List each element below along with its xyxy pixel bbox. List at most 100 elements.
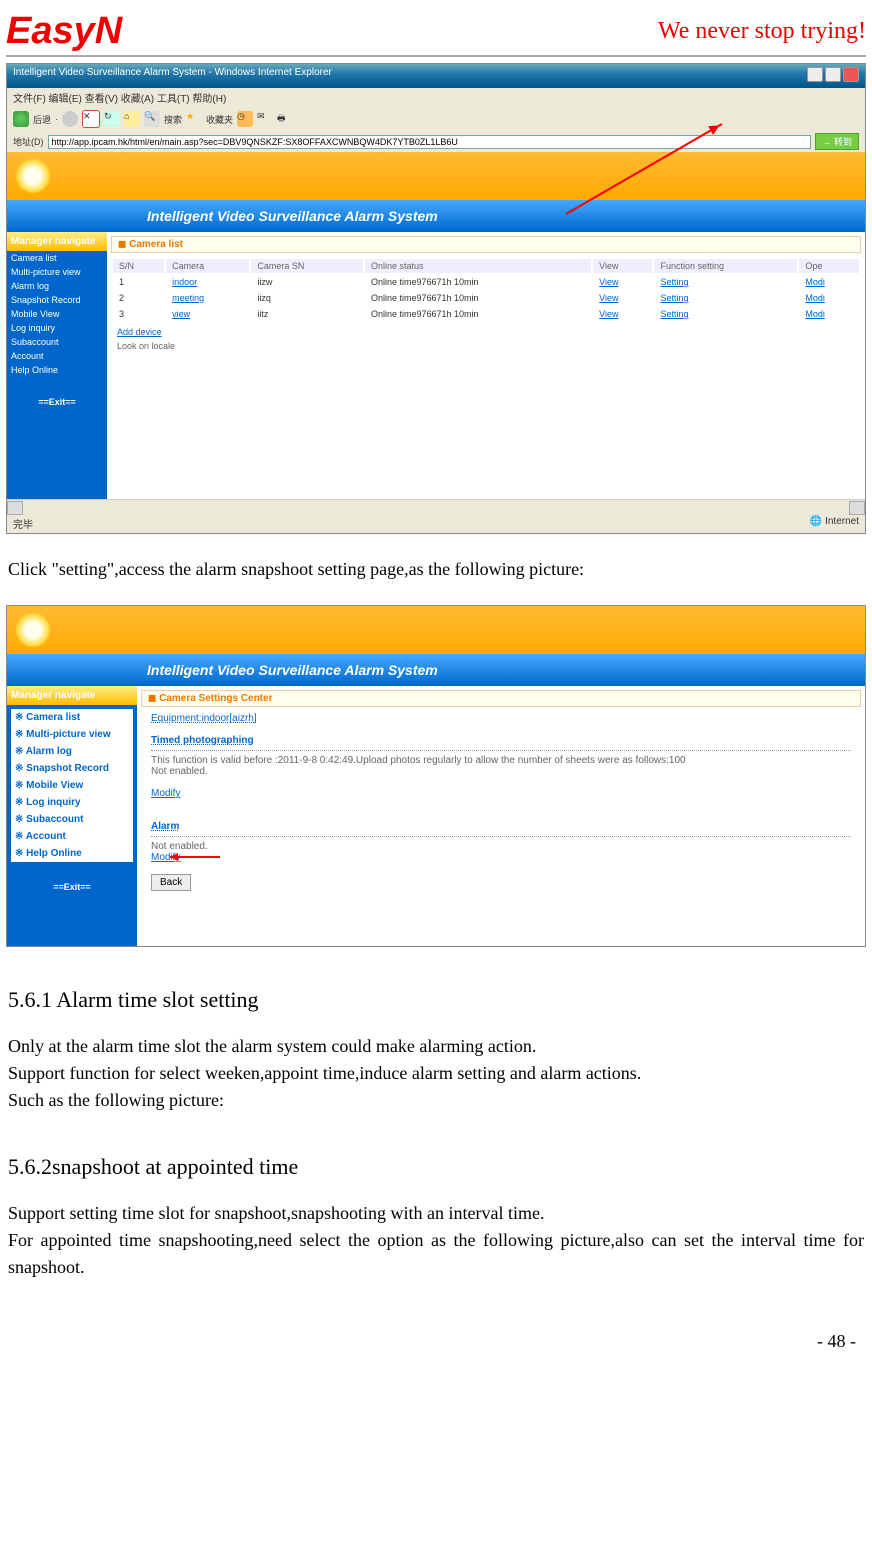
look-locale: Look on locale: [117, 341, 855, 351]
paragraph: Support setting time slot for snapshoot,…: [8, 1200, 864, 1281]
window-titlebar: Intelligent Video Surveillance Alarm Sys…: [7, 64, 865, 88]
back-button[interactable]: Back: [151, 874, 191, 891]
timed-photo-heading[interactable]: Timed photographing: [151, 735, 851, 746]
back-icon[interactable]: [13, 111, 29, 127]
sun-icon: [15, 158, 51, 194]
setting-link[interactable]: Setting: [654, 291, 797, 305]
nav-title: Manager navigate: [7, 232, 107, 251]
history-icon[interactable]: ◷: [237, 111, 253, 127]
equipment-link[interactable]: Equipment:indoor[aizrh]: [151, 713, 851, 724]
col-camera-sn: Camera SN: [251, 259, 363, 273]
setting-link[interactable]: Setting: [654, 275, 797, 289]
screenshot-1: Intelligent Video Surveillance Alarm Sys…: [6, 63, 866, 534]
address-label: 地址(D): [13, 135, 44, 148]
print-icon[interactable]: 🖶: [277, 111, 293, 127]
nav-help-online[interactable]: Help Online: [7, 363, 107, 377]
forward-icon[interactable]: [62, 111, 78, 127]
nav-multi-picture[interactable]: Multi-picture view: [7, 265, 107, 279]
nav-multi-picture[interactable]: Multi-picture view: [11, 726, 133, 743]
col-camera: Camera: [166, 259, 249, 273]
setting-link[interactable]: Setting: [654, 307, 797, 321]
add-device-link[interactable]: Add device: [117, 327, 855, 337]
nav-help-online[interactable]: Help Online: [11, 845, 133, 862]
back-label[interactable]: 后退: [33, 113, 51, 126]
panel-title: ◼ Camera Settings Center: [141, 690, 861, 707]
table-row: 3viewiitzOnline time976671h 10minViewSet…: [113, 307, 859, 321]
nav-account[interactable]: Account: [7, 349, 107, 363]
camera-link[interactable]: indoor: [166, 275, 249, 289]
divider: [151, 750, 851, 751]
window-buttons: [805, 67, 859, 85]
nav-exit[interactable]: ==Exit==: [7, 882, 137, 892]
not-enabled-text: Not enabled.: [151, 766, 851, 777]
nav-mobile-view[interactable]: Mobile View: [7, 307, 107, 321]
mail-icon[interactable]: ✉: [257, 111, 273, 127]
home-icon[interactable]: ⌂: [124, 111, 140, 127]
status-bar: 完毕 🌐 Internet: [7, 514, 865, 533]
refresh-icon[interactable]: ↻: [104, 111, 120, 127]
nav-account[interactable]: Account: [11, 828, 133, 845]
main-content: ◼ Camera Settings Center Equipment:indoo…: [137, 686, 865, 946]
app-banner: Intelligent Video Surveillance Alarm Sys…: [7, 654, 865, 686]
heading-561: 5.6.1 Alarm time slot setting: [8, 987, 864, 1013]
favorites-icon[interactable]: ★: [186, 111, 202, 127]
col-function-setting: Function setting: [654, 259, 797, 273]
col-online-status: Online status: [365, 259, 591, 273]
col-view: View: [593, 259, 652, 273]
view-link[interactable]: View: [593, 275, 652, 289]
view-link[interactable]: View: [593, 291, 652, 305]
horizontal-scrollbar[interactable]: [7, 499, 865, 514]
panel-title: ◼ Camera list: [111, 236, 861, 253]
paragraph: Click "setting",access the alarm snapsho…: [8, 556, 864, 583]
nav-camera-list[interactable]: Camera list: [7, 251, 107, 265]
table-row: 1indooriizwOnline time976671h 10minViewS…: [113, 275, 859, 289]
nav-mobile-view[interactable]: Mobile View: [11, 777, 133, 794]
address-bar: 地址(D) → 转到: [7, 131, 865, 152]
menu-bar[interactable]: 文件(F) 编辑(E) 查看(V) 收藏(A) 工具(T) 帮助(H): [7, 88, 865, 107]
modify-link[interactable]: Modify: [151, 788, 851, 799]
sun-icon: [15, 612, 51, 648]
search-label[interactable]: 搜索: [164, 113, 182, 126]
main-content: ◼ Camera list S/N Camera Camera SN Onlin…: [107, 232, 865, 499]
app-banner: Intelligent Video Surveillance Alarm Sys…: [7, 200, 865, 232]
window-title: Intelligent Video Surveillance Alarm Sys…: [13, 67, 332, 85]
col-sn: S/N: [113, 259, 164, 273]
nav-snapshot-record[interactable]: Snapshot Record: [11, 760, 133, 777]
nav-exit[interactable]: ==Exit==: [7, 397, 107, 407]
nav-camera-list[interactable]: Camera list: [11, 709, 133, 726]
search-icon[interactable]: 🔍: [144, 111, 160, 127]
stop-icon[interactable]: ✕: [82, 110, 100, 128]
alarm-heading[interactable]: Alarm: [151, 821, 851, 832]
col-ope: Ope: [799, 259, 859, 273]
nav-snapshot-record[interactable]: Snapshot Record: [7, 293, 107, 307]
status-internet: 🌐 Internet: [810, 516, 859, 531]
go-button[interactable]: → 转到: [815, 133, 859, 150]
nav-alarm-log[interactable]: Alarm log: [11, 743, 133, 760]
divider: [151, 836, 851, 837]
paragraph: Only at the alarm time slot the alarm sy…: [8, 1033, 864, 1114]
modify-link[interactable]: Modi: [799, 275, 859, 289]
nav-log-inquiry[interactable]: Log inquiry: [7, 321, 107, 335]
nav-log-inquiry[interactable]: Log inquiry: [11, 794, 133, 811]
table-header-row: S/N Camera Camera SN Online status View …: [113, 259, 859, 273]
nav-subaccount[interactable]: Subaccount: [7, 335, 107, 349]
favorites-label[interactable]: 收藏夹: [206, 113, 233, 126]
app-header: [7, 606, 865, 654]
camera-table: S/N Camera Camera SN Online status View …: [111, 257, 861, 323]
nav-alarm-log[interactable]: Alarm log: [7, 279, 107, 293]
screenshot-2: Intelligent Video Surveillance Alarm Sys…: [6, 605, 866, 947]
close-icon[interactable]: [843, 67, 859, 82]
modify-link[interactable]: Modi: [799, 307, 859, 321]
maximize-icon[interactable]: [825, 67, 841, 82]
view-link[interactable]: View: [593, 307, 652, 321]
page-number: - 48 -: [16, 1331, 856, 1352]
timed-photo-text: This function is valid before :2011-9-8 …: [151, 755, 851, 766]
logo: EasyN: [6, 10, 122, 53]
modify-link[interactable]: Modi: [799, 291, 859, 305]
nav-subaccount[interactable]: Subaccount: [11, 811, 133, 828]
not-enabled-text: Not enabled.: [151, 841, 851, 852]
camera-link[interactable]: meeting: [166, 291, 249, 305]
minimize-icon[interactable]: [807, 67, 823, 82]
nav-title: Manager navigate: [7, 686, 137, 705]
camera-link[interactable]: view: [166, 307, 249, 321]
